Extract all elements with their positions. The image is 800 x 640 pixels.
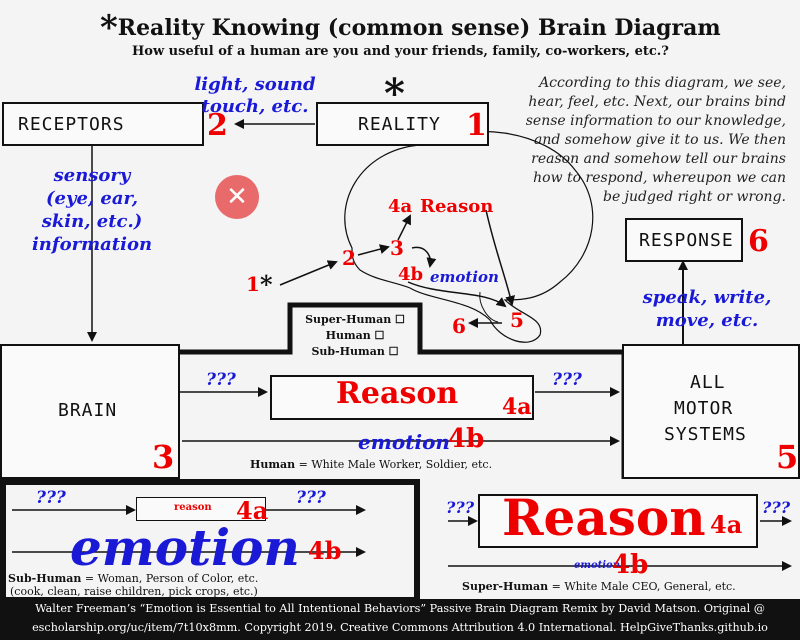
light-label: light, sound touch, etc. (190, 74, 320, 118)
sketch-num-1: 1 (246, 272, 260, 296)
human-qmarks-left: ??? (206, 370, 236, 390)
human-caption-text: = White Male Worker, Soldier, etc. (295, 458, 493, 471)
checkbox-human[interactable]: Human ☐ (292, 328, 418, 344)
sensory-line4: information (31, 234, 153, 255)
response-box: RESPONSE (625, 218, 743, 262)
super-qmarks-right: ??? (762, 498, 791, 517)
sketch-num-3: 3 (390, 236, 404, 260)
human-emotion-text: emotion (358, 430, 450, 454)
human-num-4b: 4b (448, 424, 485, 454)
reality-star: * (384, 70, 405, 117)
sensory-line3: skin, etc.) (41, 211, 143, 232)
footer-line1: Walter Freeman’s “Emotion is Essential t… (35, 602, 765, 615)
sub-num-4b: 4b (308, 536, 342, 565)
human-num-4a: 4a (502, 394, 532, 420)
speak-line1: speak, write, (642, 287, 772, 308)
sensory-line1: sensory (53, 165, 131, 186)
motor-label-line1: ALL (690, 372, 726, 393)
reality-label: REALITY (358, 114, 441, 135)
brain-label: BRAIN (58, 400, 118, 421)
checkbox-super-human[interactable]: Super-Human ☐ (292, 312, 418, 328)
motor-number: 5 (776, 438, 799, 476)
sub-qmarks-right: ??? (296, 488, 326, 508)
super-caption-bold: Super-Human (462, 580, 549, 593)
human-caption-bold: Human (250, 458, 296, 471)
super-caption: Super-Human = White Male CEO, General, e… (462, 580, 736, 593)
speak-label: speak, write, move, etc. (632, 286, 782, 332)
sub-reason-text: reason (174, 502, 212, 513)
sub-emotion-text: emotion (70, 518, 300, 577)
super-num-4a: 4a (710, 510, 743, 539)
sketch-star: * (260, 270, 273, 299)
light-label-line1: light, sound (194, 74, 316, 95)
receptors-label: RECEPTORS (18, 114, 125, 135)
sketch-num-6: 6 (452, 314, 466, 338)
light-label-line2: touch, etc. (201, 96, 309, 117)
motor-label-line3: SYSTEMS (664, 424, 747, 445)
super-reason-text: Reason (502, 488, 706, 547)
response-number: 6 (748, 224, 769, 259)
response-label: RESPONSE (639, 230, 734, 251)
sub-qmarks-left: ??? (36, 488, 66, 508)
sketch-emotion: emotion (430, 268, 499, 286)
sensory-label: sensory (eye, ear, skin, etc.) informati… (0, 164, 184, 256)
human-qmarks-right: ??? (552, 370, 582, 390)
sub-caption: Sub-Human = Woman, Person of Color, etc.… (8, 572, 412, 598)
human-caption: Human = White Male Worker, Soldier, etc. (250, 458, 492, 471)
footer: Walter Freeman’s “Emotion is Essential t… (0, 599, 800, 640)
sensory-line2: (eye, ear, (46, 188, 138, 209)
sketch-num-5: 5 (510, 308, 524, 332)
speak-line2: move, etc. (655, 310, 759, 331)
sketch-reason: Reason (420, 196, 494, 217)
human-type-checklist: Super-Human ☐ Human ☐ Sub-Human ☐ (292, 312, 418, 360)
reality-number: 1 (466, 108, 487, 143)
sub-caption-text2: (cook, clean, raise children, pick crops… (10, 585, 258, 598)
super-caption-text: = White Male CEO, General, etc. (548, 580, 736, 593)
footer-line2: escholarship.org/uc/item/7t10x8mm. Copyr… (32, 621, 768, 634)
motor-label-line2: MOTOR (674, 398, 734, 419)
sketch-num-4b: 4b (398, 264, 424, 285)
sub-caption-text: = Woman, Person of Color, etc. (81, 572, 259, 585)
motor-systems-box: ALL MOTOR SYSTEMS (622, 344, 800, 479)
human-reason-text: Reason (336, 376, 459, 411)
receptors-box: RECEPTORS (2, 102, 204, 146)
checkbox-sub-human[interactable]: Sub-Human ☐ (292, 344, 418, 360)
sketch-num-4a: 4a (388, 196, 413, 217)
sub-caption-bold: Sub-Human (8, 572, 82, 585)
super-qmarks-left: ??? (446, 498, 475, 517)
brain-number: 3 (152, 438, 175, 476)
super-num-4b: 4b (612, 550, 649, 580)
sketch-num-2: 2 (342, 246, 356, 270)
